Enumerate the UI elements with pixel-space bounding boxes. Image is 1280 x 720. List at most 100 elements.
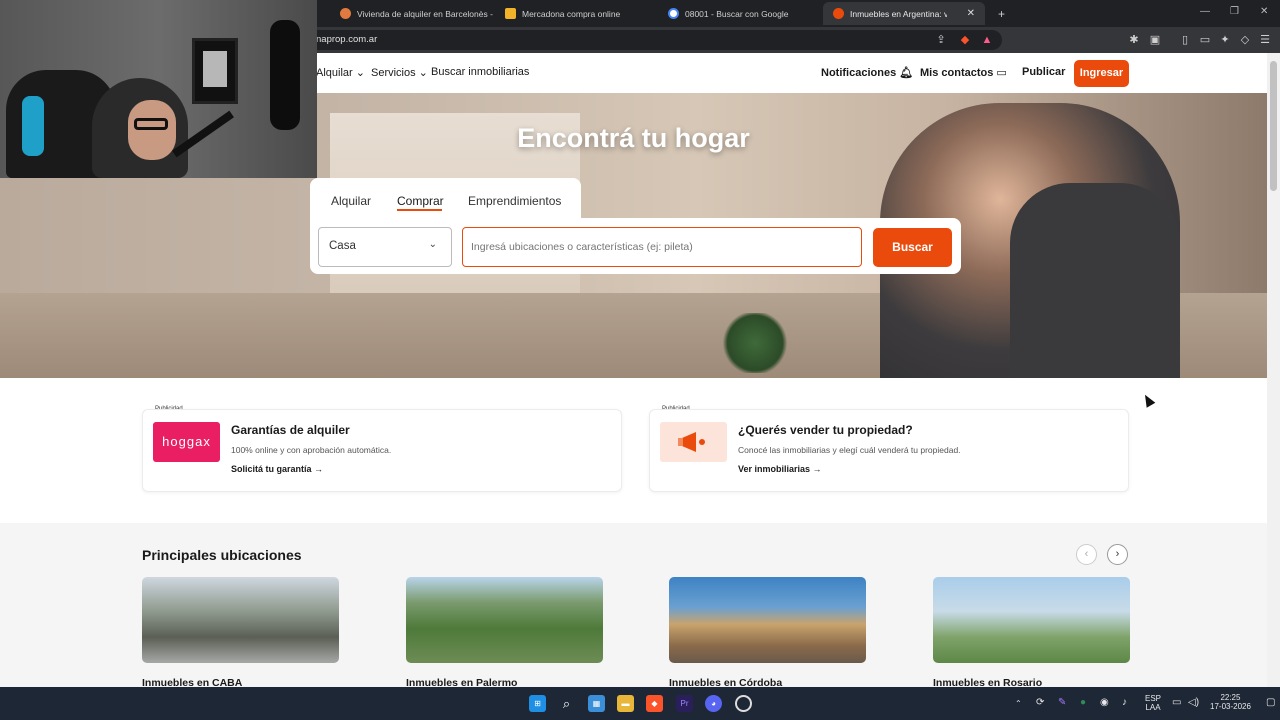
nav-publicar[interactable]: Publicar	[1022, 66, 1065, 78]
network-icon[interactable]: ▭	[1172, 697, 1181, 708]
browser-tab-active[interactable]: Inmuebles en Argentina: venta y ✕	[823, 2, 985, 25]
ad-title: Garantías de alquiler	[231, 423, 350, 437]
tray-mic-icon[interactable]: ♪	[1122, 697, 1127, 708]
brave-shield-icon[interactable]: ◆	[958, 33, 972, 47]
obs-icon[interactable]	[735, 695, 752, 712]
ad-desc: 100% online y con aprobación automática.	[231, 445, 392, 455]
extensions-icon[interactable]: ✱	[1127, 33, 1141, 47]
search-tabs: Alquilar Comprar Emprendimientos	[310, 178, 581, 220]
site-favicon-icon	[833, 8, 844, 19]
location-image-cordoba[interactable]	[669, 577, 866, 663]
buscar-button[interactable]: Buscar	[873, 228, 952, 267]
page-scrollbar[interactable]	[1267, 53, 1280, 687]
tab-label: Inmuebles en Argentina: venta y	[850, 8, 947, 19]
brave-rewards-icon[interactable]: ▲	[980, 33, 994, 47]
nav-notificaciones[interactable]: Notificaciones 🔔︎	[821, 66, 913, 79]
scrollbar-thumb[interactable]	[1270, 61, 1277, 191]
maximize-icon[interactable]: ❐	[1230, 6, 1239, 17]
wallet-icon[interactable]: ▭	[1198, 33, 1212, 47]
tab-emprendimientos[interactable]: Emprendimientos	[468, 194, 561, 208]
guitar	[270, 20, 300, 130]
ad-card-hoggax[interactable]: hoggax Garantías de alquiler 100% online…	[142, 409, 622, 492]
hero-plant	[720, 313, 790, 373]
tray-chevron-icon[interactable]: ⌃	[1015, 699, 1022, 708]
wall-poster	[192, 38, 238, 104]
active-tab-underline	[397, 209, 442, 211]
hoggax-logo: hoggax	[153, 422, 220, 462]
discord-icon[interactable]: ◕	[705, 695, 722, 712]
url-text: naprop.com.ar	[316, 34, 378, 45]
tray-steam-icon[interactable]: ◉	[1100, 697, 1109, 708]
vpn-icon[interactable]: ◇	[1238, 33, 1252, 47]
brave-browser-icon[interactable]: ◆	[646, 695, 663, 712]
tab-comprar[interactable]: Comprar	[397, 194, 444, 208]
carousel-next-button[interactable]: ›	[1107, 544, 1128, 565]
browser-tab[interactable]: 08001 - Buscar con Google	[658, 2, 798, 25]
person-face	[128, 100, 176, 160]
tab-label: Mercadona compra online	[522, 8, 621, 19]
premiere-pro-icon[interactable]: Pr	[676, 695, 693, 712]
ad-link[interactable]: Solicitá tu garantía →	[231, 464, 323, 474]
sidebar-icon[interactable]: ▯	[1178, 33, 1192, 47]
ad-card-vender[interactable]: ¿Querés vender tu propiedad? Conocé las …	[649, 409, 1129, 492]
tray-app-icon[interactable]: ✎	[1058, 697, 1066, 708]
location-label[interactable]: Inmuebles en Rosario	[933, 677, 1042, 687]
webcam-overlay	[0, 0, 317, 178]
nav-alquilar[interactable]: Alquilar ⌄	[316, 66, 365, 79]
nav-servicios[interactable]: Servicios ⌄	[371, 66, 428, 79]
screenshot-icon[interactable]: ▣	[1148, 33, 1162, 47]
location-image-caba[interactable]	[142, 577, 339, 663]
bell-icon: 🔔︎	[899, 67, 914, 79]
arrow-right-icon: →	[314, 464, 324, 474]
carousel-prev-button[interactable]: ‹	[1076, 544, 1097, 565]
ad-desc: Conocé las inmobiliarias y elegí cuál ve…	[738, 445, 961, 455]
ad-title: ¿Querés vender tu propiedad?	[738, 423, 913, 437]
browser-tab[interactable]: Mercadona compra online	[495, 2, 630, 25]
menu-icon[interactable]: ☰	[1258, 33, 1272, 47]
widgets-icon[interactable]: ▦	[588, 695, 605, 712]
ingresar-button[interactable]: Ingresar	[1074, 60, 1129, 87]
windows-start-icon[interactable]: ⊞	[529, 695, 546, 712]
tab-label: Vivienda de alquiler en Barcelonès -	[357, 8, 493, 19]
location-image-palermo[interactable]	[406, 577, 603, 663]
search-input[interactable]	[462, 227, 862, 267]
file-explorer-icon[interactable]: ▬	[617, 695, 634, 712]
nav-mis-contactos[interactable]: Mis contactos ▭	[920, 66, 1007, 79]
location-label[interactable]: Inmuebles en CABA	[142, 677, 242, 687]
property-type-value: Casa	[329, 240, 356, 252]
browser-tab[interactable]: Vivienda de alquiler en Barcelonès -	[330, 2, 503, 25]
hero-shirt	[1010, 183, 1180, 378]
search-icon[interactable]: ⌕	[558, 695, 575, 712]
volume-icon[interactable]: ◁)	[1188, 697, 1199, 708]
site-favicon-icon	[505, 8, 516, 19]
tab-label: 08001 - Buscar con Google	[685, 8, 789, 19]
chevron-down-icon: ⌄	[428, 239, 437, 250]
location-label[interactable]: Inmuebles en Córdoba	[669, 677, 782, 687]
notifications-icon[interactable]: ▢	[1266, 697, 1275, 708]
property-type-select[interactable]: Casa ⌄	[318, 227, 452, 267]
tab-alquilar[interactable]: Alquilar	[331, 194, 371, 208]
location-image-rosario[interactable]	[933, 577, 1130, 663]
megaphone-icon	[660, 422, 727, 462]
chair-accent	[22, 96, 44, 156]
leo-ai-icon[interactable]: ✦	[1218, 33, 1232, 47]
close-tab-icon[interactable]: ✕	[967, 8, 975, 19]
close-window-icon[interactable]: ✕	[1260, 6, 1268, 17]
tray-sync-icon[interactable]: ⟳	[1036, 697, 1044, 708]
url-input[interactable]: naprop.com.ar	[290, 30, 1002, 50]
site-favicon-icon	[340, 8, 351, 19]
google-icon	[668, 8, 679, 19]
location-label[interactable]: Inmuebles en Palermo	[406, 677, 517, 687]
clock[interactable]: 22:25 17-03-2026	[1210, 693, 1251, 711]
language-indicator[interactable]: ESP LAA	[1145, 694, 1161, 712]
nav-buscar-inmobiliarias[interactable]: Buscar inmobiliarias	[431, 66, 529, 78]
share-icon[interactable]: ⇪	[934, 33, 948, 47]
locations-title: Principales ubicaciones	[142, 547, 302, 563]
windows-taskbar	[0, 687, 1280, 720]
minimize-icon[interactable]: —	[1200, 6, 1210, 17]
new-tab-button[interactable]: +	[988, 2, 1015, 25]
chat-icon: ▭	[996, 67, 1007, 79]
ad-link[interactable]: Ver inmobiliarias →	[738, 464, 822, 474]
tray-app-icon[interactable]: ●	[1080, 697, 1086, 708]
locations-section: Principales ubicaciones ‹ › Inmuebles en…	[0, 523, 1267, 687]
